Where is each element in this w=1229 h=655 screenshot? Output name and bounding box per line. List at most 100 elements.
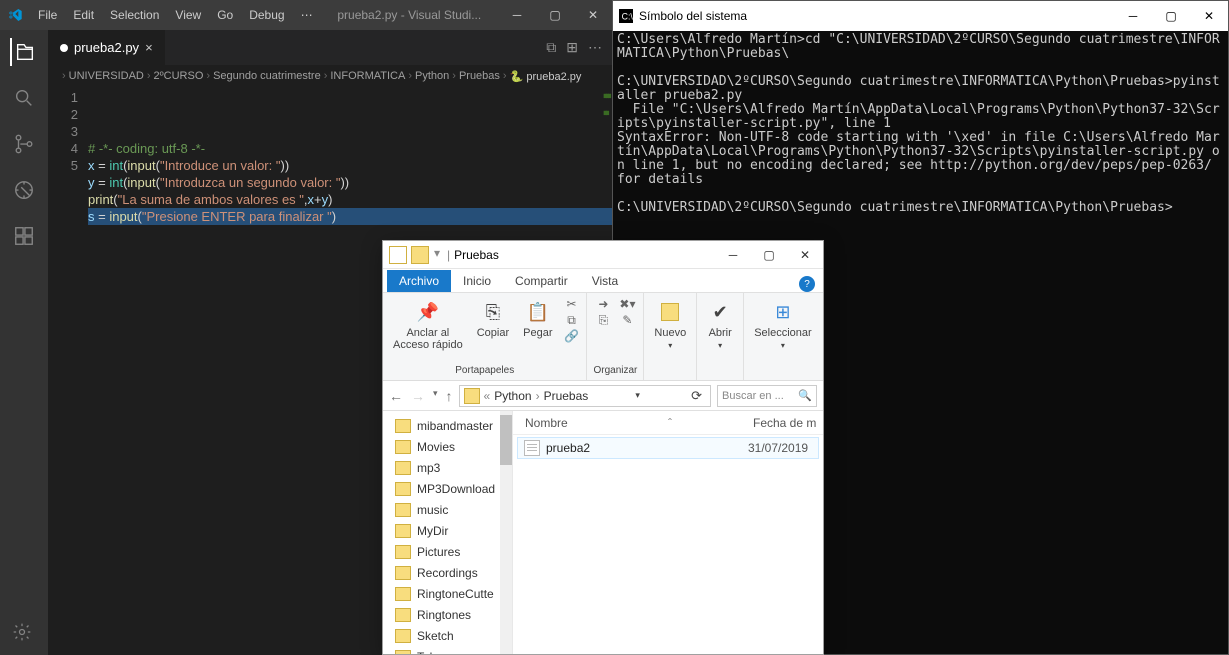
list-header[interactable]: Nombre ˆ Fecha de m <box>513 411 823 435</box>
maximize-button[interactable]: ▢ <box>536 0 574 30</box>
nav-folder-movies[interactable]: Movies <box>383 436 512 457</box>
folder-icon <box>395 524 411 538</box>
nav-folder-mp3download[interactable]: MP3Download <box>383 478 512 499</box>
extensions-icon[interactable] <box>10 222 38 250</box>
menu-view[interactable]: View <box>167 8 209 22</box>
tab-close-icon[interactable]: × <box>145 40 153 55</box>
nav-forward-icon[interactable]: → <box>411 388 425 404</box>
cmd-icon: C:\ <box>613 9 639 23</box>
tab-action-icon-2[interactable]: ⋯ <box>588 39 602 56</box>
pin-icon: 📌 <box>415 299 441 325</box>
nav-folder-sketch[interactable]: Sketch <box>383 625 512 646</box>
exp-close-button[interactable]: ✕ <box>787 241 823 269</box>
file-list[interactable]: Nombre ˆ Fecha de m prueba231/07/2019 <box>513 411 823 654</box>
breadcrumb-item[interactable]: 2ºCURSO <box>154 70 204 82</box>
breadcrumb-item[interactable]: Python <box>415 70 449 82</box>
refresh-icon[interactable]: ⟳ <box>687 388 706 404</box>
ribbon-tab-home[interactable]: Inicio <box>451 270 503 292</box>
paste-button[interactable]: 📋 Pegar <box>519 297 556 341</box>
column-date[interactable]: Fecha de m <box>753 416 823 430</box>
menu-⋯[interactable]: ⋯ <box>293 8 321 22</box>
explorer-icon[interactable] <box>10 38 38 66</box>
exp-maximize-button[interactable]: ▢ <box>751 241 787 269</box>
nav-folder-telegram[interactable]: Telegram <box>383 646 512 654</box>
nav-scrollbar[interactable] <box>500 411 512 654</box>
copy-to-icon[interactable]: ⎘ <box>594 313 612 327</box>
cmd-close-button[interactable]: ✕ <box>1190 1 1228 31</box>
tab-label: prueba2.py <box>74 40 139 55</box>
copy-path-icon[interactable]: ⧉ <box>562 313 580 327</box>
menu-edit[interactable]: Edit <box>65 8 102 22</box>
exp-minimize-button[interactable]: ─ <box>715 241 751 269</box>
copy-icon: ⎘ <box>480 299 506 325</box>
menu-selection[interactable]: Selection <box>102 8 167 22</box>
ribbon-tab-share[interactable]: Compartir <box>503 270 580 292</box>
menu-file[interactable]: File <box>30 8 65 22</box>
breadcrumb-item[interactable]: UNIVERSIDAD <box>69 70 144 82</box>
qat-dropdown-icon[interactable]: ▾ <box>433 246 441 264</box>
nav-folder-ringtones[interactable]: Ringtones <box>383 604 512 625</box>
menu-debug[interactable]: Debug <box>241 8 292 22</box>
nav-folder-mibandmaster[interactable]: mibandmaster <box>383 415 512 436</box>
menu-go[interactable]: Go <box>209 8 241 22</box>
file-row[interactable]: prueba231/07/2019 <box>517 437 819 459</box>
nav-folder-recordings[interactable]: Recordings <box>383 562 512 583</box>
address-dropdown-icon[interactable]: ▾ <box>631 390 644 401</box>
paste-icon: 📋 <box>525 299 551 325</box>
nav-back-icon[interactable]: ← <box>389 388 403 404</box>
quick-access-profile-icon[interactable] <box>389 246 407 264</box>
address-bar[interactable]: « Python › Pruebas ▾ ⟳ <box>459 385 711 407</box>
nav-history-icon[interactable]: ▾ <box>433 388 438 404</box>
open-button[interactable]: ✔ Abrir▾ <box>703 297 737 352</box>
nav-folder-ringtonecutte[interactable]: RingtoneCutte <box>383 583 512 604</box>
folder-icon <box>395 587 411 601</box>
breadcrumb-item[interactable]: Pruebas <box>459 70 500 82</box>
address-bar-row: ← → ▾ ↑ « Python › Pruebas ▾ ⟳ Buscar en… <box>383 381 823 411</box>
tab-action-icon-0[interactable]: ⧉ <box>546 39 556 56</box>
select-icon: ⊞ <box>770 299 796 325</box>
search-icon[interactable] <box>10 84 38 112</box>
column-name[interactable]: Nombre <box>513 416 753 430</box>
folder-icon <box>395 608 411 622</box>
nav-folder-mp3[interactable]: mp3 <box>383 457 512 478</box>
search-input[interactable]: Buscar en ... 🔍 <box>717 385 817 407</box>
select-button[interactable]: ⊞ Seleccionar▾ <box>750 297 815 352</box>
open-icon: ✔ <box>707 299 733 325</box>
delete-icon[interactable]: ✖▾ <box>618 297 636 311</box>
tab-prueba2[interactable]: prueba2.py × <box>48 30 165 65</box>
navigation-pane[interactable]: mibandmasterMoviesmp3MP3DownloadmusicMyD… <box>383 411 513 654</box>
breadcrumb-item[interactable]: INFORMATICA <box>330 70 405 82</box>
minimap[interactable]: ▇▇▇▇▇ <box>604 87 610 121</box>
nav-folder-mydir[interactable]: MyDir <box>383 520 512 541</box>
breadcrumb-item[interactable]: 🐍 prueba2.py <box>510 70 582 83</box>
new-folder-icon <box>657 299 683 325</box>
debug-icon[interactable] <box>10 176 38 204</box>
ribbon-help-icon[interactable]: ? <box>799 276 815 292</box>
minimize-button[interactable]: ─ <box>498 0 536 30</box>
settings-gear-icon[interactable] <box>12 622 32 647</box>
nav-folder-music[interactable]: music <box>383 499 512 520</box>
copy-button[interactable]: ⎘ Copiar <box>473 297 513 341</box>
close-button[interactable]: ✕ <box>574 0 612 30</box>
tab-action-icon-1[interactable]: ⊞ <box>566 39 578 56</box>
paste-shortcut-icon[interactable]: 🔗 <box>562 329 580 343</box>
rename-icon[interactable]: ✎ <box>618 313 636 327</box>
move-to-icon[interactable]: ➜ <box>594 297 612 311</box>
nav-up-icon[interactable]: ↑ <box>446 388 453 404</box>
editor-tabs: prueba2.py × ⧉ ⊞ ⋯ <box>48 30 612 65</box>
ribbon-tab-view[interactable]: Vista <box>580 270 630 292</box>
breadcrumb[interactable]: ›UNIVERSIDAD›2ºCURSO›Segundo cuatrimestr… <box>48 65 612 87</box>
source-control-icon[interactable] <box>10 130 38 158</box>
cut-icon[interactable]: ✂ <box>562 297 580 311</box>
folder-icon <box>395 419 411 433</box>
nav-folder-pictures[interactable]: Pictures <box>383 541 512 562</box>
address-folder-icon <box>464 388 480 404</box>
quick-access-folder-icon[interactable] <box>411 246 429 264</box>
cmd-minimize-button[interactable]: ─ <box>1114 1 1152 31</box>
pin-quick-access-button[interactable]: 📌 Anclar al Acceso rápido <box>389 297 467 353</box>
folder-icon <box>395 545 411 559</box>
breadcrumb-item[interactable]: Segundo cuatrimestre <box>213 70 321 82</box>
ribbon-tab-file[interactable]: Archivo <box>387 270 451 292</box>
cmd-maximize-button[interactable]: ▢ <box>1152 1 1190 31</box>
new-folder-button[interactable]: Nuevo▾ <box>650 297 690 352</box>
